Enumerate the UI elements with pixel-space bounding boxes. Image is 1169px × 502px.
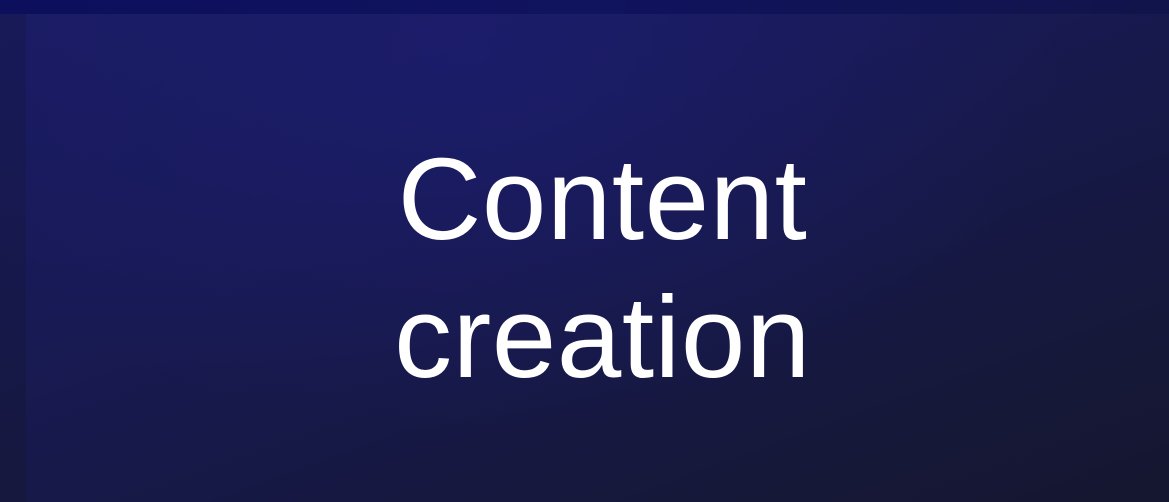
tile-title: Content creation	[0, 130, 1169, 406]
content-creation-tile[interactable]: Content creation	[0, 0, 1169, 502]
tile-title-line-2: creation	[394, 272, 811, 402]
top-strip	[0, 0, 1169, 14]
tile-title-line-1: Content	[397, 134, 808, 264]
